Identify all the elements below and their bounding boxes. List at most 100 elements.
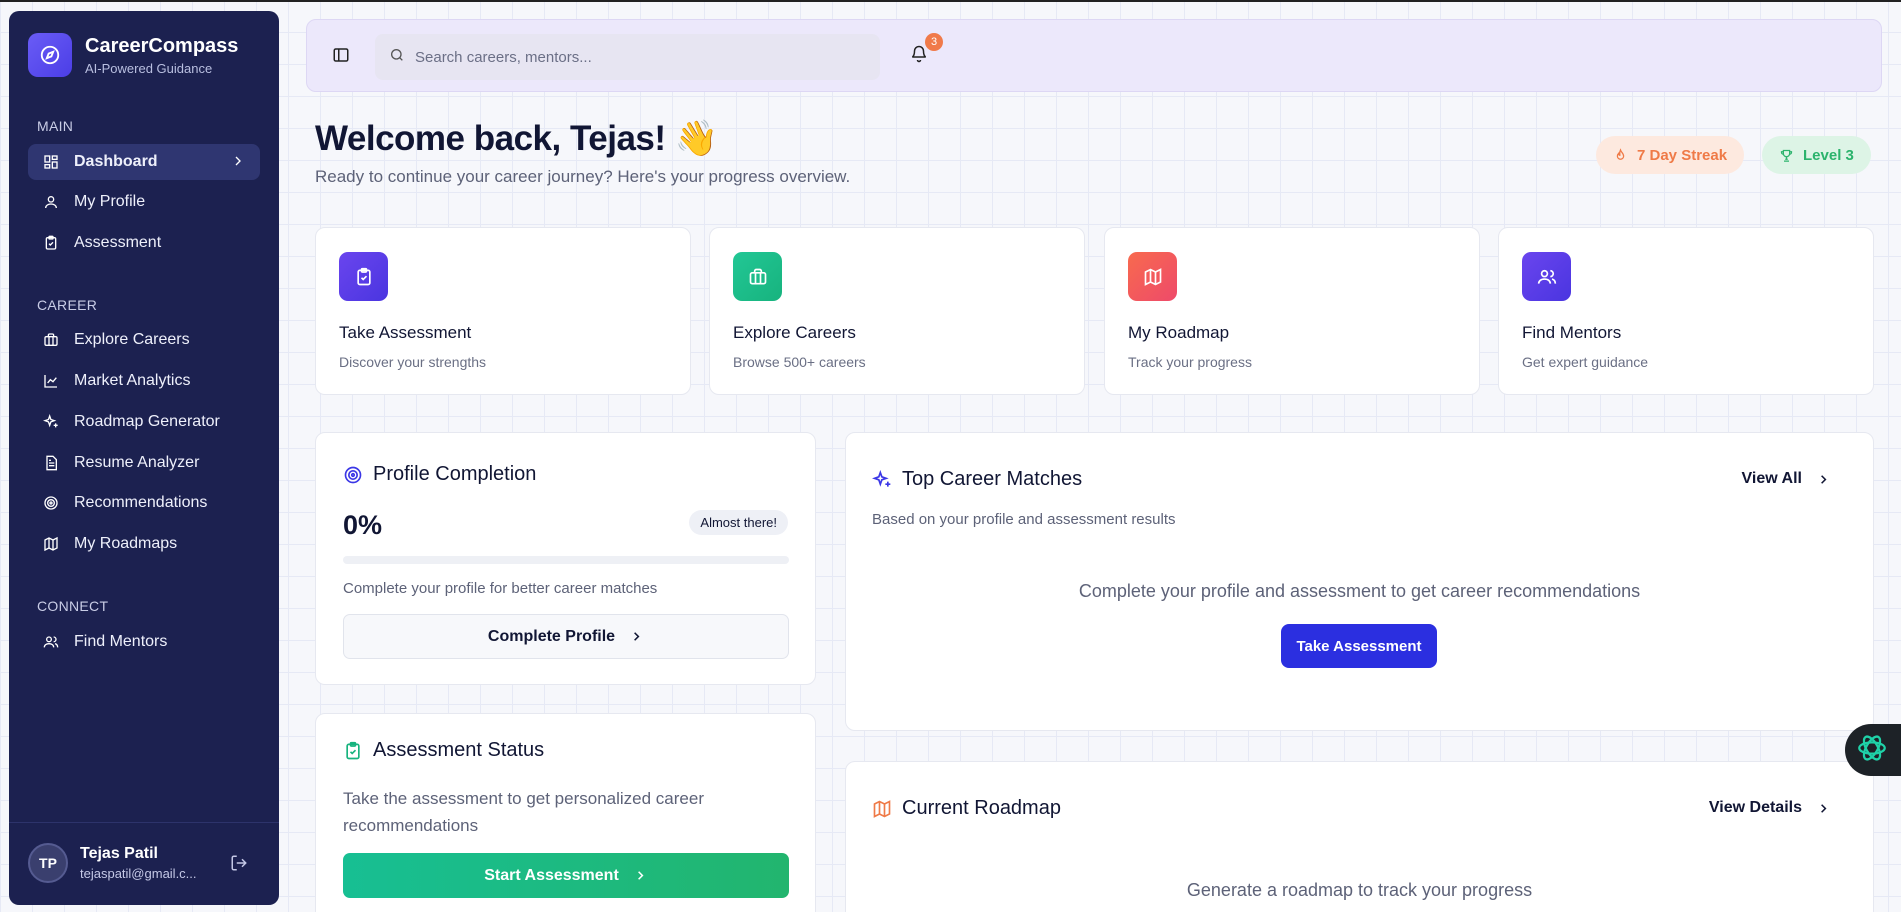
complete-profile-button[interactable]: Complete Profile [343, 614, 789, 659]
level-label: Level 3 [1803, 146, 1854, 164]
profile-completion-card: Profile Completion 0% Almost there! Comp… [315, 432, 816, 685]
divider [9, 822, 279, 823]
quick-action-explore-careers[interactable]: Explore Careers Browse 500+ careers [709, 227, 1085, 395]
sidebar-item-label: My Profile [74, 193, 146, 210]
chevron-right-icon [230, 153, 246, 174]
user-name: Tejas Patil [80, 845, 158, 862]
sidebar-item-resume-analyzer[interactable]: Resume Analyzer [28, 445, 260, 481]
link-label: View All [1741, 470, 1802, 487]
current-roadmap-card: Current Roadmap View Details Generate a … [845, 761, 1874, 912]
completion-percent: 0% [343, 510, 383, 540]
search-icon [389, 47, 405, 68]
streak-label: 7 Day Streak [1637, 146, 1728, 164]
page-subtitle: Ready to continue your career journey? H… [315, 167, 851, 186]
compass-icon [28, 33, 72, 77]
sidebar-item-dashboard[interactable]: Dashboard [28, 144, 260, 180]
sidebar-item-recommendations[interactable]: Recommendations [28, 485, 260, 521]
sidebar-item-label: Assessment [74, 234, 162, 251]
window-top-border [0, 0, 1901, 2]
quick-action-subtitle: Discover your strengths [339, 354, 487, 370]
section-connect: CONNECT [37, 598, 109, 614]
link-label: View Details [1708, 799, 1802, 816]
card-title: Assessment Status [343, 739, 544, 762]
card-title: Top Career Matches [872, 468, 1082, 491]
document-icon [42, 454, 60, 472]
users-icon [1522, 252, 1571, 301]
line-chart-icon [42, 372, 60, 390]
quick-action-find-mentors[interactable]: Find Mentors Get expert guidance [1498, 227, 1874, 395]
target-icon [42, 494, 60, 512]
brand-subtitle: AI-Powered Guidance [85, 61, 213, 76]
bell-icon[interactable] [910, 45, 928, 68]
empty-state-message: Generate a roadmap to track your progres… [1186, 880, 1533, 900]
card-title: Profile Completion [343, 463, 536, 486]
sidebar-item-market-analytics[interactable]: Market Analytics [28, 363, 260, 399]
quick-action-my-roadmap[interactable]: My Roadmap Track your progress [1104, 227, 1480, 395]
sparkles-icon [872, 469, 892, 490]
search-bar[interactable] [375, 34, 880, 80]
users-icon [42, 633, 60, 651]
ai-assistant-icon [1855, 731, 1889, 770]
sidebar-item-my-roadmaps[interactable]: My Roadmaps [28, 526, 260, 562]
view-details-link[interactable]: View Details [1709, 799, 1831, 817]
take-assessment-button[interactable]: Take Assessment [1281, 624, 1437, 668]
user-profile[interactable]: TP Tejas Patil tejaspatil@gmail.c... [28, 843, 260, 883]
chevron-right-icon [629, 629, 644, 644]
sidebar-item-find-mentors[interactable]: Find Mentors [28, 624, 260, 660]
quick-action-take-assessment[interactable]: Take Assessment Discover your strengths [315, 227, 691, 395]
flame-icon [1613, 147, 1628, 163]
notification-badge: 3 [925, 33, 943, 51]
sidebar-item-label: My Roadmaps [74, 535, 178, 552]
completion-progress-bar [343, 556, 789, 564]
card-subtitle: Based on your profile and assessment res… [872, 511, 1176, 528]
map-icon [42, 535, 60, 553]
sidebar-item-label: Find Mentors [74, 633, 168, 650]
clipboard-check-icon [343, 741, 363, 761]
card-title-text: Current Roadmap [902, 797, 1061, 819]
status-badge: Almost there! [689, 510, 788, 535]
sidebar-item-assessment[interactable]: Assessment [28, 225, 260, 261]
chevron-right-icon [1816, 801, 1831, 816]
view-all-link[interactable]: View All [1742, 470, 1831, 488]
start-assessment-button[interactable]: Start Assessment [343, 853, 789, 898]
sidebar-item-label: Roadmap Generator [74, 413, 220, 430]
trophy-icon [1779, 148, 1794, 163]
section-main: MAIN [37, 118, 74, 134]
brand[interactable]: CareerCompass AI-Powered Guidance [28, 33, 238, 77]
brand-name: CareerCompass [85, 35, 239, 57]
card-title-text: Top Career Matches [902, 468, 1083, 490]
sidebar-item-explore-careers[interactable]: Explore Careers [28, 322, 260, 358]
sidebar: CareerCompass AI-Powered Guidance MAIN D… [9, 11, 279, 905]
clipboard-check-icon [42, 234, 60, 252]
quick-action-title: Take Assessment [339, 323, 472, 342]
page-title: Welcome back, Tejas! 👋 [315, 119, 718, 158]
quick-action-subtitle: Get expert guidance [1522, 354, 1649, 370]
search-input[interactable] [415, 48, 855, 66]
dashboard-icon [42, 153, 60, 171]
sidebar-item-my-profile[interactable]: My Profile [28, 184, 260, 220]
clipboard-check-icon [339, 252, 388, 301]
completion-description: Complete your profile for better career … [343, 580, 658, 597]
quick-action-title: Find Mentors [1522, 323, 1622, 342]
empty-state-message: Complete your profile and assessment to … [1078, 581, 1641, 601]
avatar: TP [28, 843, 68, 883]
sidebar-item-roadmap-generator[interactable]: Roadmap Generator [28, 404, 260, 440]
sidebar-toggle-icon[interactable] [332, 46, 350, 69]
sparkles-icon [42, 413, 60, 431]
user-email: tejaspatil@gmail.c... [80, 866, 197, 881]
briefcase-icon [733, 252, 782, 301]
card-title-text: Profile Completion [373, 463, 537, 485]
map-icon [872, 799, 892, 819]
sidebar-item-label: Market Analytics [74, 372, 191, 389]
streak-badge: 7 Day Streak [1596, 136, 1745, 174]
briefcase-icon [42, 331, 60, 349]
ai-assistant-button[interactable] [1845, 724, 1901, 776]
sidebar-item-label: Explore Careers [74, 331, 190, 348]
map-icon [1128, 252, 1177, 301]
quick-action-subtitle: Track your progress [1128, 354, 1252, 370]
quick-action-title: My Roadmap [1128, 323, 1230, 342]
logout-icon[interactable] [230, 854, 248, 877]
sidebar-item-label: Recommendations [74, 494, 208, 511]
sidebar-item-label: Resume Analyzer [74, 454, 200, 471]
chevron-right-icon [633, 868, 648, 883]
